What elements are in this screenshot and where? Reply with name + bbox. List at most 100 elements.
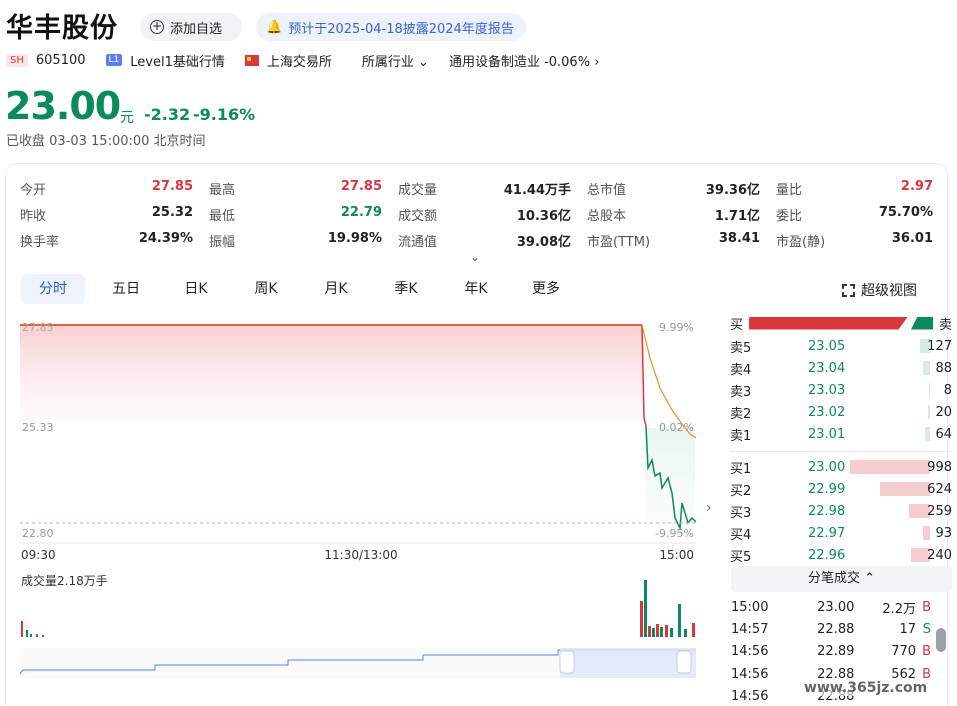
market-tag: SH	[6, 53, 28, 67]
stat-item: 委比 75.70%	[776, 205, 935, 224]
stat-item: 量比 2.97	[776, 179, 935, 198]
tab-2[interactable]: 日K	[161, 274, 231, 304]
stat-item: 市盈(静) 36.01	[776, 231, 935, 250]
level-label[interactable]: Level1基础行情	[130, 51, 225, 70]
tab-3[interactable]: 周K	[231, 274, 301, 304]
super-view-label: 超级视图	[861, 283, 917, 299]
volume-bar	[665, 625, 668, 637]
bid-level: 买3	[730, 505, 752, 521]
industry-link[interactable]: 通用设备制造业 -0.06% ›	[449, 51, 599, 70]
report-notice[interactable]: 🔔 预计于2025-04-18披露2024年度报告	[256, 13, 526, 41]
y-label-mid: 25.33	[22, 421, 54, 434]
add-watchlist-label: 添加自选	[170, 21, 223, 37]
stat-item: 成交量 41.44万手	[398, 179, 587, 198]
intraday-chart[interactable]: 27.85 25.33 22.80 9.99% 0.02% -9.95% 09:…	[20, 318, 696, 684]
volume-bar	[26, 630, 28, 637]
ticks-toggle[interactable]: 分笔成交 ⌃	[731, 566, 952, 592]
stat-value: 38.41	[718, 230, 760, 246]
price-change: -2.32	[144, 105, 191, 124]
bid-row[interactable]: 买1 23.00 998	[730, 456, 952, 478]
tick-price: 23.00	[817, 599, 855, 615]
ask-price: 23.01	[808, 426, 846, 442]
volume-bar	[652, 628, 655, 637]
stat-value: 22.79	[340, 204, 382, 220]
bid-level: 买5	[730, 549, 752, 565]
bid-vol: 93	[935, 525, 952, 541]
chevron-up-icon: ⌃	[864, 571, 876, 586]
tick-time: 15:00	[731, 599, 769, 615]
bid-vol: 259	[927, 503, 952, 519]
ask-row[interactable]: 卖1 23.01 64	[730, 423, 952, 445]
tick-time: 14:56	[731, 666, 769, 682]
ask-row[interactable]: 卖4 23.04 88	[730, 357, 952, 379]
bid-row[interactable]: 买5 22.96 240	[730, 544, 952, 566]
ask-row[interactable]: 卖5 23.05 127	[730, 335, 952, 357]
ask-level: 卖5	[730, 340, 752, 356]
pct-label-low: -9.95%	[655, 527, 694, 540]
range-selection[interactable]	[560, 648, 696, 678]
bid-row[interactable]: 买4 22.97 93	[730, 522, 952, 544]
tab-1[interactable]: 五日	[91, 274, 161, 304]
tick-vol: 770	[891, 644, 917, 660]
chevron-right-icon: ›	[594, 54, 600, 70]
stat-value: 25.32	[151, 204, 193, 220]
ask-price: 23.05	[808, 338, 846, 354]
stat-label: 市盈(TTM)	[587, 234, 651, 250]
bid-vol: 998	[927, 459, 952, 475]
range-handle-left[interactable]	[559, 650, 575, 674]
tab-5[interactable]: 季K	[371, 274, 441, 304]
stat-item: 昨收 25.32	[20, 205, 209, 224]
ask-row[interactable]: 卖2 23.02 20	[730, 401, 952, 423]
x-label-open: 09:30	[21, 548, 56, 562]
exchange-label: 上海交易所	[266, 54, 332, 70]
super-view-button[interactable]: 超级视图	[842, 280, 917, 300]
bell-icon: 🔔	[266, 19, 283, 35]
bid-level: 买2	[730, 483, 752, 499]
bid-ask-ratio: 买 卖	[730, 313, 952, 333]
y-label-high: 27.85	[22, 321, 54, 334]
bid-level: 买1	[730, 461, 752, 477]
volume-bar	[640, 601, 643, 637]
stat-value: 24.39%	[138, 230, 193, 246]
stats-grid: 今开 27.85 最高 27.85 成交量 41.44万手 总市值 39.36亿 量比 2.97 昨…	[20, 175, 935, 253]
stat-item: 成交额 10.36亿	[398, 205, 587, 224]
stat-item: 流通值 39.08亿	[398, 231, 587, 250]
tab-4[interactable]: 月K	[301, 274, 371, 304]
industry-dropdown[interactable]: 所属行业 ⌄	[362, 51, 429, 70]
bid-row[interactable]: 买3 22.98 259	[730, 500, 952, 522]
tab-more[interactable]: 更多	[511, 274, 581, 304]
volume-bar	[36, 634, 38, 637]
period-tabs: 分时 五日 日K 周K 月K 季K 年K 更多	[21, 274, 581, 304]
tick-row: 14:57 22.88 17 S	[731, 618, 931, 640]
tick-vol: 2.2万	[882, 601, 917, 617]
tick-side: B	[922, 599, 931, 615]
stat-label: 最低	[209, 208, 236, 224]
last-price: 23.00	[5, 84, 121, 128]
expand-chevron-icon[interactable]: ⌄	[470, 250, 480, 264]
tab-0[interactable]: 分时	[21, 274, 85, 304]
stat-item: 总市值 39.36亿	[587, 179, 776, 198]
stat-value: 75.70%	[878, 204, 933, 220]
volume-bar	[684, 629, 687, 637]
range-handle-right[interactable]	[676, 650, 692, 674]
bid-price: 22.97	[808, 525, 846, 541]
stat-label: 昨收	[20, 208, 47, 224]
stat-value: 27.85	[340, 178, 382, 194]
bid-price: 22.96	[808, 547, 846, 563]
stat-item: 总股本 1.71亿	[587, 205, 776, 224]
add-watchlist-button[interactable]: + 添加自选	[140, 13, 242, 41]
tab-6[interactable]: 年K	[441, 274, 511, 304]
x-label-close: 15:00	[659, 548, 694, 562]
chevron-right-icon[interactable]: ›	[706, 500, 712, 516]
report-notice-label: 预计于2025-04-18披露2024年度报告	[288, 21, 514, 37]
scrollbar-thumb[interactable]	[936, 628, 946, 652]
bid-row[interactable]: 买2 22.99 624	[730, 478, 952, 500]
bid-vol: 624	[927, 481, 952, 497]
ask-level: 卖1	[730, 428, 752, 444]
stat-value: 39.36亿	[705, 182, 760, 198]
ask-row[interactable]: 卖3 23.03 8	[730, 379, 952, 401]
ask-vol: 8	[943, 382, 952, 398]
stat-item: 振幅 19.98%	[209, 231, 398, 250]
stat-label: 市盈(静)	[776, 234, 826, 250]
tick-time: 14:57	[731, 621, 769, 637]
